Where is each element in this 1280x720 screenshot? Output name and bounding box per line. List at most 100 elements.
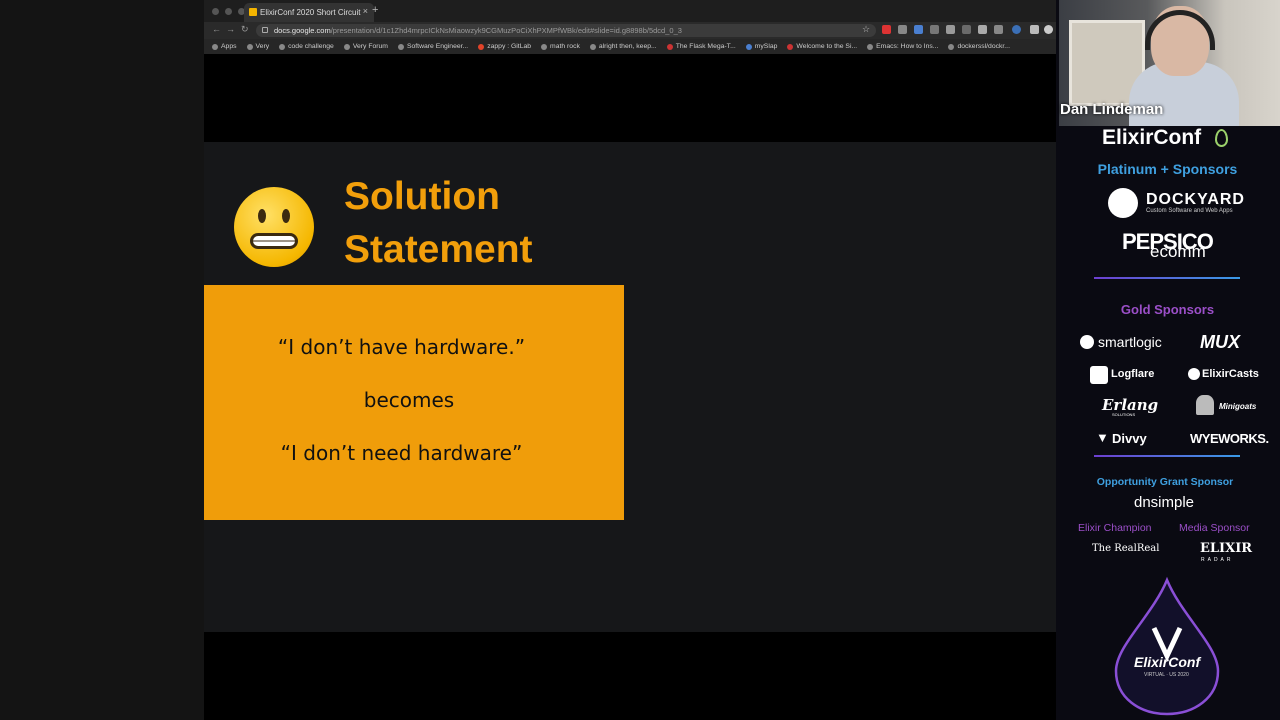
site-icon (787, 43, 794, 50)
quote-box: “I don’t have hardware.” becomes “I don’… (204, 285, 624, 520)
bookmark-label: zappy : GitLab (487, 43, 532, 50)
puzzle-icon[interactable] (1030, 25, 1039, 34)
address-bar[interactable]: docs.google.com/presentation/d/1c1Zhd4mr… (256, 24, 876, 37)
bookmark-label: Emacs: How to Ins... (876, 43, 939, 50)
speaker-name: Dan Lindeman (1060, 101, 1164, 118)
slide-letterbox-bottom (204, 632, 1056, 720)
slide-title: Solution Statement (344, 170, 533, 276)
forward-icon[interactable]: → (226, 24, 235, 34)
gitlab-icon (478, 43, 485, 50)
ecomm-name: ecomm (1150, 242, 1206, 261)
bookmark-star-icon[interactable]: ☆ (862, 24, 870, 35)
bookmark-item[interactable]: Apps (212, 43, 237, 50)
page-icon (867, 43, 874, 50)
dockyard-logo-icon (1108, 188, 1138, 218)
divvy-icon: ▼ (1096, 430, 1109, 445)
bookmark-label: mySlap (754, 43, 778, 50)
bookmark-item[interactable]: math rock (541, 43, 580, 50)
logflare-icon (1090, 366, 1108, 384)
quote-connector: becomes (363, 388, 455, 412)
elixirconf-drop-logo-icon (1114, 576, 1220, 716)
extension-icon[interactable] (946, 25, 955, 34)
myslap-icon (745, 43, 752, 50)
smartlogic-icon (1080, 335, 1094, 349)
headset-icon (1145, 10, 1215, 50)
sponsor-smartlogic: smartlogic (1098, 334, 1162, 350)
slides-favicon-icon (249, 8, 257, 16)
browser-toolbar: ← → ↻ docs.google.com/presentation/d/1c1… (204, 22, 1056, 39)
sponsor-logflare: Logflare (1111, 368, 1155, 380)
event-logo: ElixirConf (1134, 654, 1201, 670)
bookmark-item[interactable]: code challenge (279, 43, 334, 50)
emoji-eye (282, 209, 290, 223)
extension-icon[interactable] (898, 25, 907, 34)
back-icon[interactable]: ← (212, 24, 221, 34)
goat-icon (1196, 395, 1214, 415)
extension-icon[interactable] (882, 25, 891, 34)
extension-icon[interactable] (994, 25, 1003, 34)
event-sub: VIRTUAL · US 2020 (1144, 672, 1189, 678)
bookmark-label: Very (255, 43, 270, 50)
bookmark-label: The Flask Mega-T... (675, 43, 736, 50)
tab-active[interactable]: ElixirConf 2020 Short Circuit × (244, 3, 374, 22)
sponsor-dnsimple: dnsimple (1134, 494, 1195, 511)
extension-icon[interactable] (962, 25, 971, 34)
sponsor-elixir-radar: ELIXIR (1200, 541, 1253, 556)
emoji-eye (258, 209, 266, 223)
bookmark-label: Welcome to the Si... (796, 43, 858, 50)
extension-icon[interactable] (930, 25, 939, 34)
bookmark-item[interactable]: Welcome to the Si... (787, 43, 857, 50)
sponsor-mux: MUX (1200, 332, 1240, 352)
radar-sub: RADAR (1201, 557, 1234, 563)
bookmark-label: Software Engineer... (406, 43, 469, 50)
gold-heading: Gold Sponsors (1120, 302, 1215, 317)
bookmark-item[interactable]: Very (246, 43, 270, 50)
sponsor-wyeworks: WYEWORKS. (1190, 431, 1269, 446)
erlang-sub: SOLUTIONS (1112, 412, 1136, 417)
bookmark-item[interactable]: dockerssl/dockr... (948, 43, 1010, 50)
github-icon (589, 43, 596, 50)
divider (1094, 277, 1240, 279)
bookmark-item[interactable]: zappy : GitLab (478, 43, 531, 50)
platinum-heading: Platinum + Sponsors (1097, 161, 1238, 177)
minimize-window-button[interactable] (225, 8, 232, 15)
bookmark-item[interactable]: alright then, keep... (589, 43, 657, 50)
github-icon (279, 43, 286, 50)
new-tab-button[interactable]: + (372, 4, 378, 16)
bookmark-label: dockerssl/dockr... (957, 43, 1010, 50)
extension-icon[interactable] (1012, 25, 1021, 34)
bookmark-item[interactable]: Emacs: How to Ins... (867, 43, 938, 50)
window-controls (212, 8, 245, 15)
github-icon (246, 43, 253, 50)
profile-icon[interactable] (1044, 25, 1053, 34)
sponsor-elixircasts: ElixirCasts (1202, 368, 1259, 380)
close-window-button[interactable] (212, 8, 219, 15)
bookmark-item[interactable]: The Flask Mega-T... (666, 43, 736, 50)
emoji-mouth (250, 233, 298, 249)
tab-close-icon[interactable]: × (363, 6, 368, 16)
slide-title-line2: Statement (344, 228, 533, 271)
bookmark-label: alright then, keep... (598, 43, 657, 50)
bookmark-item[interactable]: mySlap (745, 43, 778, 50)
gear-icon (397, 43, 404, 50)
extension-icon[interactable] (978, 25, 987, 34)
docker-icon (948, 43, 955, 50)
github-icon (541, 43, 548, 50)
dockyard-name: DOCKYARD (1146, 191, 1245, 208)
sponsor-therealreal: The RealReal (1092, 543, 1160, 554)
drop-icon (1215, 129, 1228, 147)
extension-icon[interactable] (914, 25, 923, 34)
forum-icon (343, 43, 350, 50)
quote-second: “I don’t need hardware” (280, 441, 523, 465)
sponsor-minigoats: Minigoats (1219, 402, 1257, 411)
opportunity-heading: Opportunity Grant Sponsor (1096, 476, 1234, 488)
bookmark-label: Apps (221, 43, 237, 50)
bookmark-item[interactable]: Very Forum (343, 43, 388, 50)
reload-icon[interactable]: ↻ (241, 24, 249, 35)
sponsor-divvy: Divvy (1112, 431, 1147, 446)
bookmark-label: code challenge (288, 43, 334, 50)
bookmark-item[interactable]: Software Engineer... (397, 43, 469, 50)
slide-letterbox-top (204, 54, 1056, 142)
elixircasts-icon (1188, 368, 1200, 380)
presentation-slide: Solution Statement “I don’t have hardwar… (204, 142, 1056, 632)
